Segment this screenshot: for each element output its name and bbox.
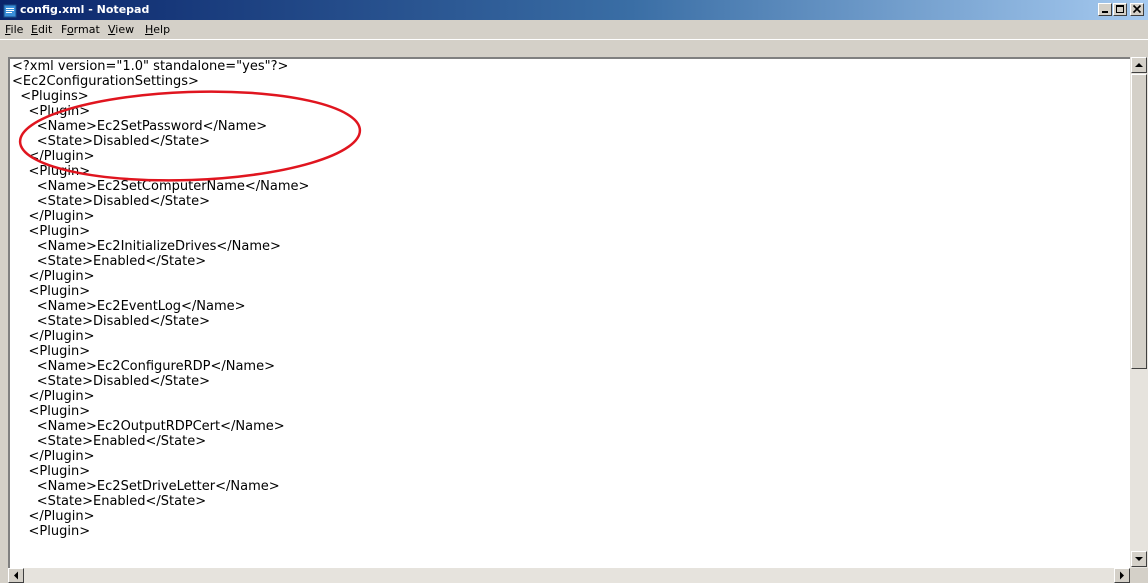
editor-line: <Plugin> xyxy=(12,104,91,119)
editor-line: <State>Disabled</State> xyxy=(12,314,211,329)
editor-line: <Plugin> xyxy=(12,284,91,299)
menu-bar: File Edit Format View Help xyxy=(0,20,1148,40)
editor-line: <Ec2ConfigurationSettings> xyxy=(12,74,199,89)
editor-line: </Plugin> xyxy=(12,509,95,524)
editor-line: <Name>Ec2InitializeDrives</Name> xyxy=(12,239,281,254)
menu-view[interactable]: View xyxy=(108,22,134,38)
editor-line: <Plugin> xyxy=(12,224,91,239)
scroll-up-button[interactable] xyxy=(1131,57,1147,73)
arrow-up-icon xyxy=(1135,63,1143,67)
menu-edit[interactable]: Edit xyxy=(31,22,52,38)
editor-line: <Name>Ec2SetComputerName</Name> xyxy=(12,179,310,194)
editor-line: </Plugin> xyxy=(12,449,95,464)
editor-line: <State>Enabled</State> xyxy=(12,254,207,269)
maximize-icon xyxy=(1116,5,1124,13)
scroll-left-button[interactable] xyxy=(8,568,24,583)
vertical-scrollbar[interactable] xyxy=(1130,57,1148,568)
menu-file[interactable]: File xyxy=(5,22,23,38)
editor-line: <Plugin> xyxy=(12,164,91,179)
minimize-button[interactable] xyxy=(1098,3,1112,16)
scroll-right-button[interactable] xyxy=(1114,568,1130,583)
editor-line: <State>Disabled</State> xyxy=(12,134,211,149)
arrow-left-icon xyxy=(14,571,18,580)
arrow-right-icon xyxy=(1120,571,1124,580)
editor-line: <Name>Ec2OutputRDPCert</Name> xyxy=(12,419,285,434)
window-title: config.xml - Notepad xyxy=(20,3,150,16)
editor-line: <Plugin> xyxy=(12,464,91,479)
scroll-down-button[interactable] xyxy=(1131,551,1147,567)
editor-line: <Name>Ec2SetPassword</Name> xyxy=(12,119,268,134)
vertical-scroll-thumb[interactable] xyxy=(1131,74,1147,369)
text-editor[interactable]: <?xml version="1.0" standalone="yes"?> <E… xyxy=(8,57,1130,568)
editor-line: <Name>Ec2ConfigureRDP</Name> xyxy=(12,359,275,374)
editor-line: <Plugin> xyxy=(12,404,91,419)
editor-line: <State>Enabled</State> xyxy=(12,494,207,509)
editor-line: </Plugin> xyxy=(12,329,95,344)
resize-grip[interactable] xyxy=(1130,568,1148,583)
editor-line: <Name>Ec2SetDriveLetter</Name> xyxy=(12,479,280,494)
editor-line: </Plugin> xyxy=(12,209,95,224)
editor-line: <State>Enabled</State> xyxy=(12,434,207,449)
editor-line: </Plugin> xyxy=(12,149,95,164)
editor-frame: <?xml version="1.0" standalone="yes"?> <E… xyxy=(0,40,1148,583)
menu-format[interactable]: Format xyxy=(61,22,100,38)
editor-line: <State>Disabled</State> xyxy=(12,194,211,209)
editor-line: <Plugins> xyxy=(12,89,89,104)
maximize-button[interactable] xyxy=(1113,3,1127,16)
editor-line: <State>Disabled</State> xyxy=(12,374,211,389)
editor-line: <Plugin> xyxy=(12,524,91,539)
menu-help[interactable]: Help xyxy=(145,22,170,38)
close-icon xyxy=(1132,4,1142,14)
editor-line: </Plugin> xyxy=(12,389,95,404)
close-button[interactable] xyxy=(1130,3,1144,16)
horizontal-scrollbar[interactable] xyxy=(8,568,1130,583)
editor-line: </Plugin> xyxy=(12,269,95,284)
minimize-icon xyxy=(1102,11,1108,13)
arrow-down-icon xyxy=(1135,557,1143,561)
notepad-icon xyxy=(3,3,17,18)
editor-line: <Name>Ec2EventLog</Name> xyxy=(12,299,246,314)
editor-line: <?xml version="1.0" standalone="yes"?> xyxy=(12,59,289,74)
title-bar[interactable]: config.xml - Notepad xyxy=(0,0,1148,20)
editor-line: <Plugin> xyxy=(12,344,91,359)
